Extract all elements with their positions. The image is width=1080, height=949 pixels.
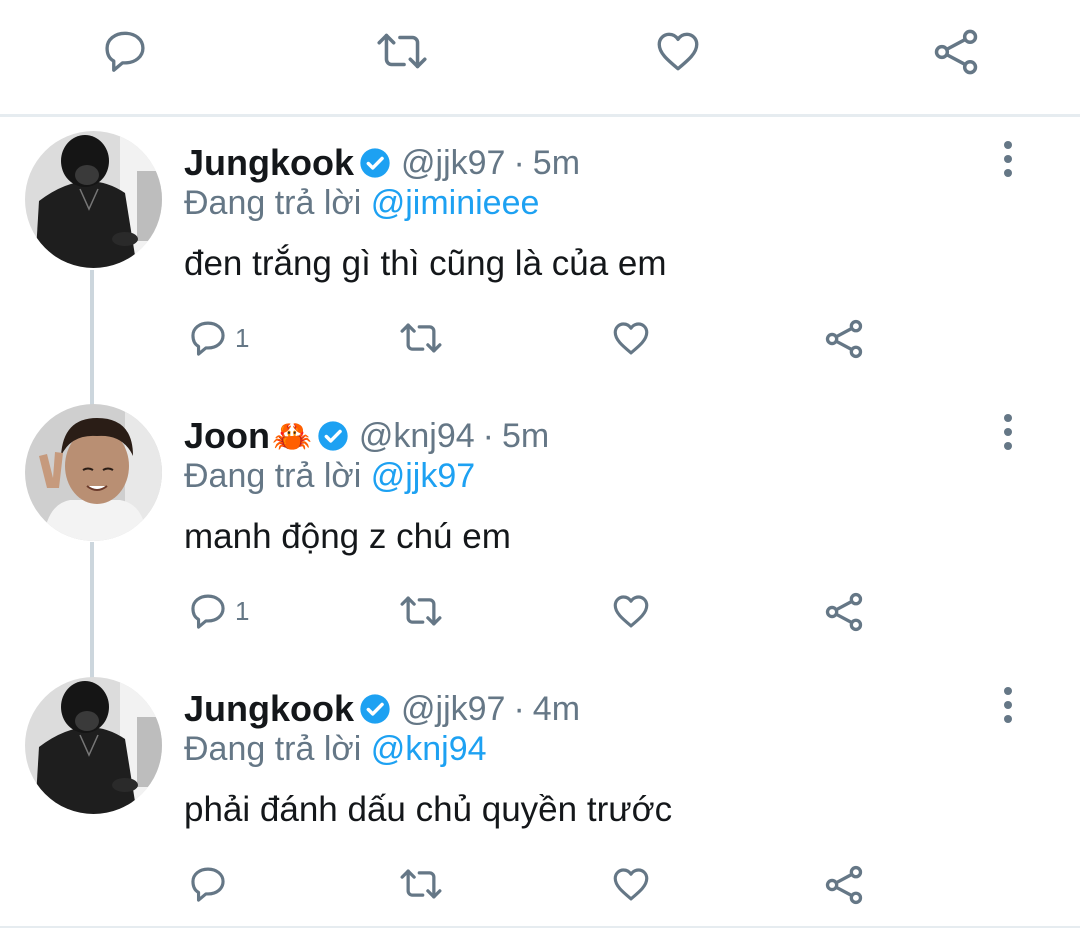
- parent-tweet-action-bar: [0, 0, 1080, 114]
- retweet-button[interactable]: [397, 863, 445, 905]
- tweet[interactable]: Jungkook @jjk97 · 5m Đang trả lời @jimin…: [0, 131, 1080, 403]
- name-emoji: 🦀: [272, 418, 312, 454]
- reply-icon: [191, 321, 225, 356]
- divider: [0, 114, 1080, 117]
- like-button[interactable]: [610, 317, 652, 359]
- separator: ·: [513, 143, 525, 182]
- retweet-button[interactable]: [397, 590, 445, 632]
- verified-badge-icon: [359, 693, 391, 725]
- replying-to: Đang trả lời @knj94: [184, 730, 487, 769]
- tweet-text: đen trắng gì thì cũng là của em: [184, 244, 667, 283]
- avatar[interactable]: [25, 677, 162, 814]
- replying-to-label: Đang trả lời: [184, 184, 362, 222]
- avatar[interactable]: [25, 131, 162, 268]
- avatar[interactable]: [25, 404, 162, 541]
- tweet[interactable]: Jungkook @jjk97 · 4m Đang trả lời @knj94…: [0, 677, 1080, 949]
- like-icon: [657, 32, 699, 71]
- like-button[interactable]: [610, 590, 652, 632]
- more-options-icon[interactable]: [998, 687, 1018, 723]
- separator: ·: [513, 689, 525, 728]
- mention-link[interactable]: @jiminieee: [371, 184, 540, 222]
- tweet[interactable]: Joon 🦀 @knj94 · 5m Đang trả lời @jjk97 m…: [0, 404, 1080, 676]
- display-name[interactable]: Jungkook: [184, 688, 354, 730]
- handle[interactable]: @jjk97: [401, 144, 505, 183]
- display-name[interactable]: Joon: [184, 415, 270, 457]
- reply-button[interactable]: 1: [187, 317, 249, 359]
- like-button[interactable]: [653, 26, 703, 76]
- tweet-text: manh động z chú em: [184, 517, 511, 556]
- display-name[interactable]: Jungkook: [184, 142, 354, 184]
- share-icon: [934, 29, 978, 75]
- tweet-text: phải đánh dấu chủ quyền trước: [184, 790, 673, 829]
- reply-count: 1: [235, 595, 250, 626]
- mention-link[interactable]: @knj94: [371, 730, 487, 768]
- replying-to: Đang trả lời @jjk97: [184, 457, 475, 496]
- like-icon: [613, 868, 649, 901]
- mention-link[interactable]: @jjk97: [371, 457, 475, 495]
- tweet-header: Joon 🦀 @knj94 · 5m: [184, 414, 549, 458]
- retweet-icon: [400, 869, 442, 899]
- like-button[interactable]: [610, 863, 652, 905]
- share-button[interactable]: [822, 590, 866, 634]
- timestamp[interactable]: 4m: [533, 690, 580, 729]
- share-icon: [825, 592, 863, 632]
- reply-icon: [191, 594, 225, 629]
- retweet-icon: [377, 33, 427, 69]
- reply-count: 1: [235, 322, 250, 353]
- more-options-icon[interactable]: [998, 414, 1018, 450]
- reply-button[interactable]: [187, 863, 235, 905]
- like-icon: [613, 595, 649, 628]
- handle[interactable]: @knj94: [359, 417, 475, 456]
- verified-badge-icon: [359, 147, 391, 179]
- timestamp[interactable]: 5m: [533, 144, 580, 183]
- timestamp[interactable]: 5m: [502, 417, 549, 456]
- share-button[interactable]: [822, 863, 866, 907]
- tweet-header: Jungkook @jjk97 · 5m: [184, 141, 580, 185]
- reply-button[interactable]: [100, 26, 150, 76]
- replying-to-label: Đang trả lời: [184, 457, 362, 495]
- tweet-header: Jungkook @jjk97 · 4m: [184, 687, 580, 731]
- reply-icon: [105, 31, 145, 72]
- share-icon: [825, 319, 863, 359]
- divider: [0, 926, 1080, 928]
- retweet-button[interactable]: [373, 26, 431, 76]
- share-icon: [825, 865, 863, 905]
- reply-icon: [191, 867, 225, 902]
- more-options-icon[interactable]: [998, 141, 1018, 177]
- replying-to-label: Đang trả lời: [184, 730, 362, 768]
- share-button[interactable]: [930, 26, 982, 78]
- retweet-button[interactable]: [397, 317, 445, 359]
- separator: ·: [482, 416, 494, 455]
- retweet-icon: [400, 596, 442, 626]
- verified-badge-icon: [317, 420, 349, 452]
- share-button[interactable]: [822, 317, 866, 361]
- like-icon: [613, 322, 649, 355]
- replying-to: Đang trả lời @jiminieee: [184, 184, 539, 223]
- retweet-icon: [400, 323, 442, 353]
- handle[interactable]: @jjk97: [401, 690, 505, 729]
- reply-button[interactable]: 1: [187, 590, 249, 632]
